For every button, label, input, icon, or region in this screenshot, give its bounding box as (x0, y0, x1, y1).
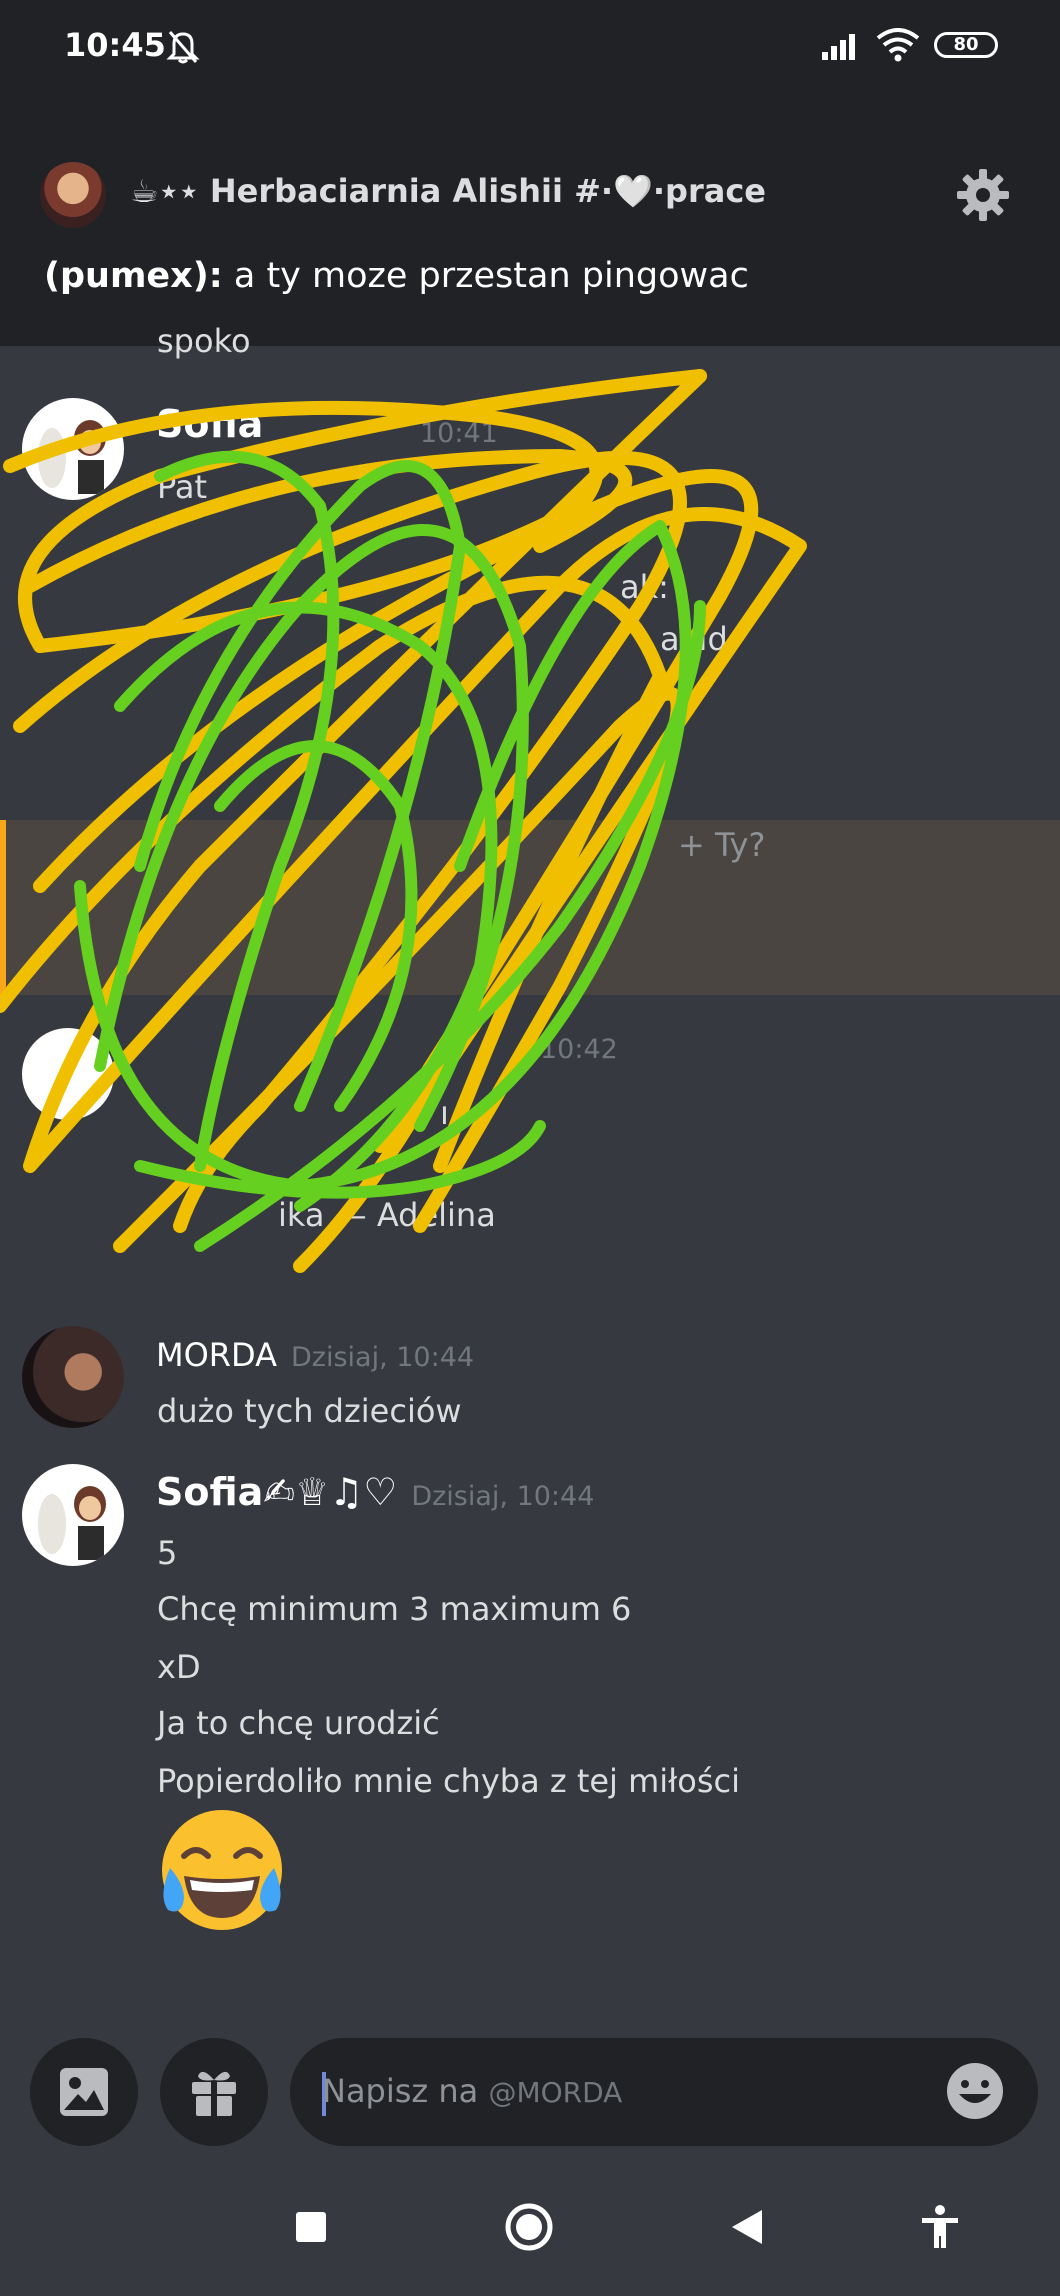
recents-icon[interactable] (294, 2210, 328, 2244)
avatar[interactable] (22, 1326, 124, 1428)
server-avatar[interactable] (40, 162, 106, 228)
gear-icon[interactable] (954, 166, 1012, 224)
message-line: xD (157, 1648, 201, 1686)
composer: Napisz na @MORDA (0, 2038, 1060, 2150)
back-icon[interactable] (728, 2208, 764, 2246)
avatar-cats-icon (38, 420, 106, 494)
timestamp: Dzisiaj, 10:44 (411, 1481, 595, 1512)
battery-indicator: 80 (934, 32, 998, 58)
preview-text: a ty moze przestan pingowac (222, 256, 749, 296)
avatar[interactable] (22, 1464, 124, 1566)
header-preview: (pumex): a ty moze przestan pingowac (44, 256, 749, 296)
gift-button[interactable] (160, 2038, 268, 2146)
message-line: ak: (620, 568, 669, 606)
message-line: ika — Adelina (278, 1196, 496, 1234)
message-line: Pat (157, 468, 208, 506)
android-nav-bar (0, 2170, 1060, 2296)
message-line: Ja to chcę urodzić (157, 1704, 440, 1742)
placeholder-text: Napisz na (322, 2072, 479, 2110)
author-label: Sofia✍︎♕♫♡ (156, 1470, 398, 1514)
avatar[interactable] (22, 398, 124, 500)
image-icon (60, 2068, 108, 2116)
emoji-icon[interactable] (944, 2060, 1006, 2122)
author-name[interactable]: Sofia (156, 402, 263, 446)
image-upload-button[interactable] (30, 2038, 138, 2146)
author-name[interactable]: Sofia✍︎♕♫♡ Dzisiaj, 10:44 (156, 1470, 594, 1514)
mention-bar (0, 820, 6, 995)
message-line: ı (440, 1094, 449, 1132)
author-name[interactable]: MORDA Dzisiaj, 10:44 (156, 1336, 474, 1374)
gift-icon (192, 2071, 236, 2118)
accessibility-icon[interactable] (920, 2204, 960, 2250)
timestamp: 10:42 (540, 1034, 618, 1065)
channel-title[interactable]: ☕⋆⋆ Herbaciarnia Alishii #·🤍·prace (130, 172, 766, 210)
mention-highlight (0, 820, 1060, 995)
reply-snippet[interactable]: + Ty? (678, 826, 765, 864)
placeholder-mention: @MORDA (488, 2076, 623, 2109)
author-label: MORDA (156, 1336, 277, 1374)
tears-of-joy-emoji-icon (162, 1810, 282, 1930)
cut-message-text: spoko (157, 322, 251, 360)
avatar[interactable] (22, 1028, 114, 1120)
home-icon[interactable] (504, 2202, 554, 2252)
message-line: 5 (157, 1534, 178, 1572)
message-input[interactable]: Napisz na @MORDA (290, 2038, 1038, 2146)
status-bar: 10:45 80 (0, 0, 1060, 96)
message-line: avid (660, 620, 728, 658)
bell-off-icon (166, 31, 200, 64)
clock: 10:45 (64, 26, 166, 64)
input-placeholder: Napisz na @MORDA (322, 2072, 622, 2110)
message-line: dużo tych dzieciów (157, 1392, 462, 1430)
signal-icon (822, 34, 855, 60)
avatar-cats-icon (38, 1486, 106, 1560)
preview-author: (pumex): (44, 256, 223, 296)
wifi-icon (876, 28, 920, 62)
channel-header: ☕⋆⋆ Herbaciarnia Alishii #·🤍·prace (pume… (0, 96, 1060, 346)
message-line: Chcę minimum 3 maximum 6 (157, 1590, 632, 1628)
timestamp: Dzisiaj, 10:44 (291, 1342, 475, 1373)
timestamp: 10:41 (420, 418, 498, 449)
message-line: Popierdoliło mnie chyba z tej miłości (157, 1762, 740, 1800)
